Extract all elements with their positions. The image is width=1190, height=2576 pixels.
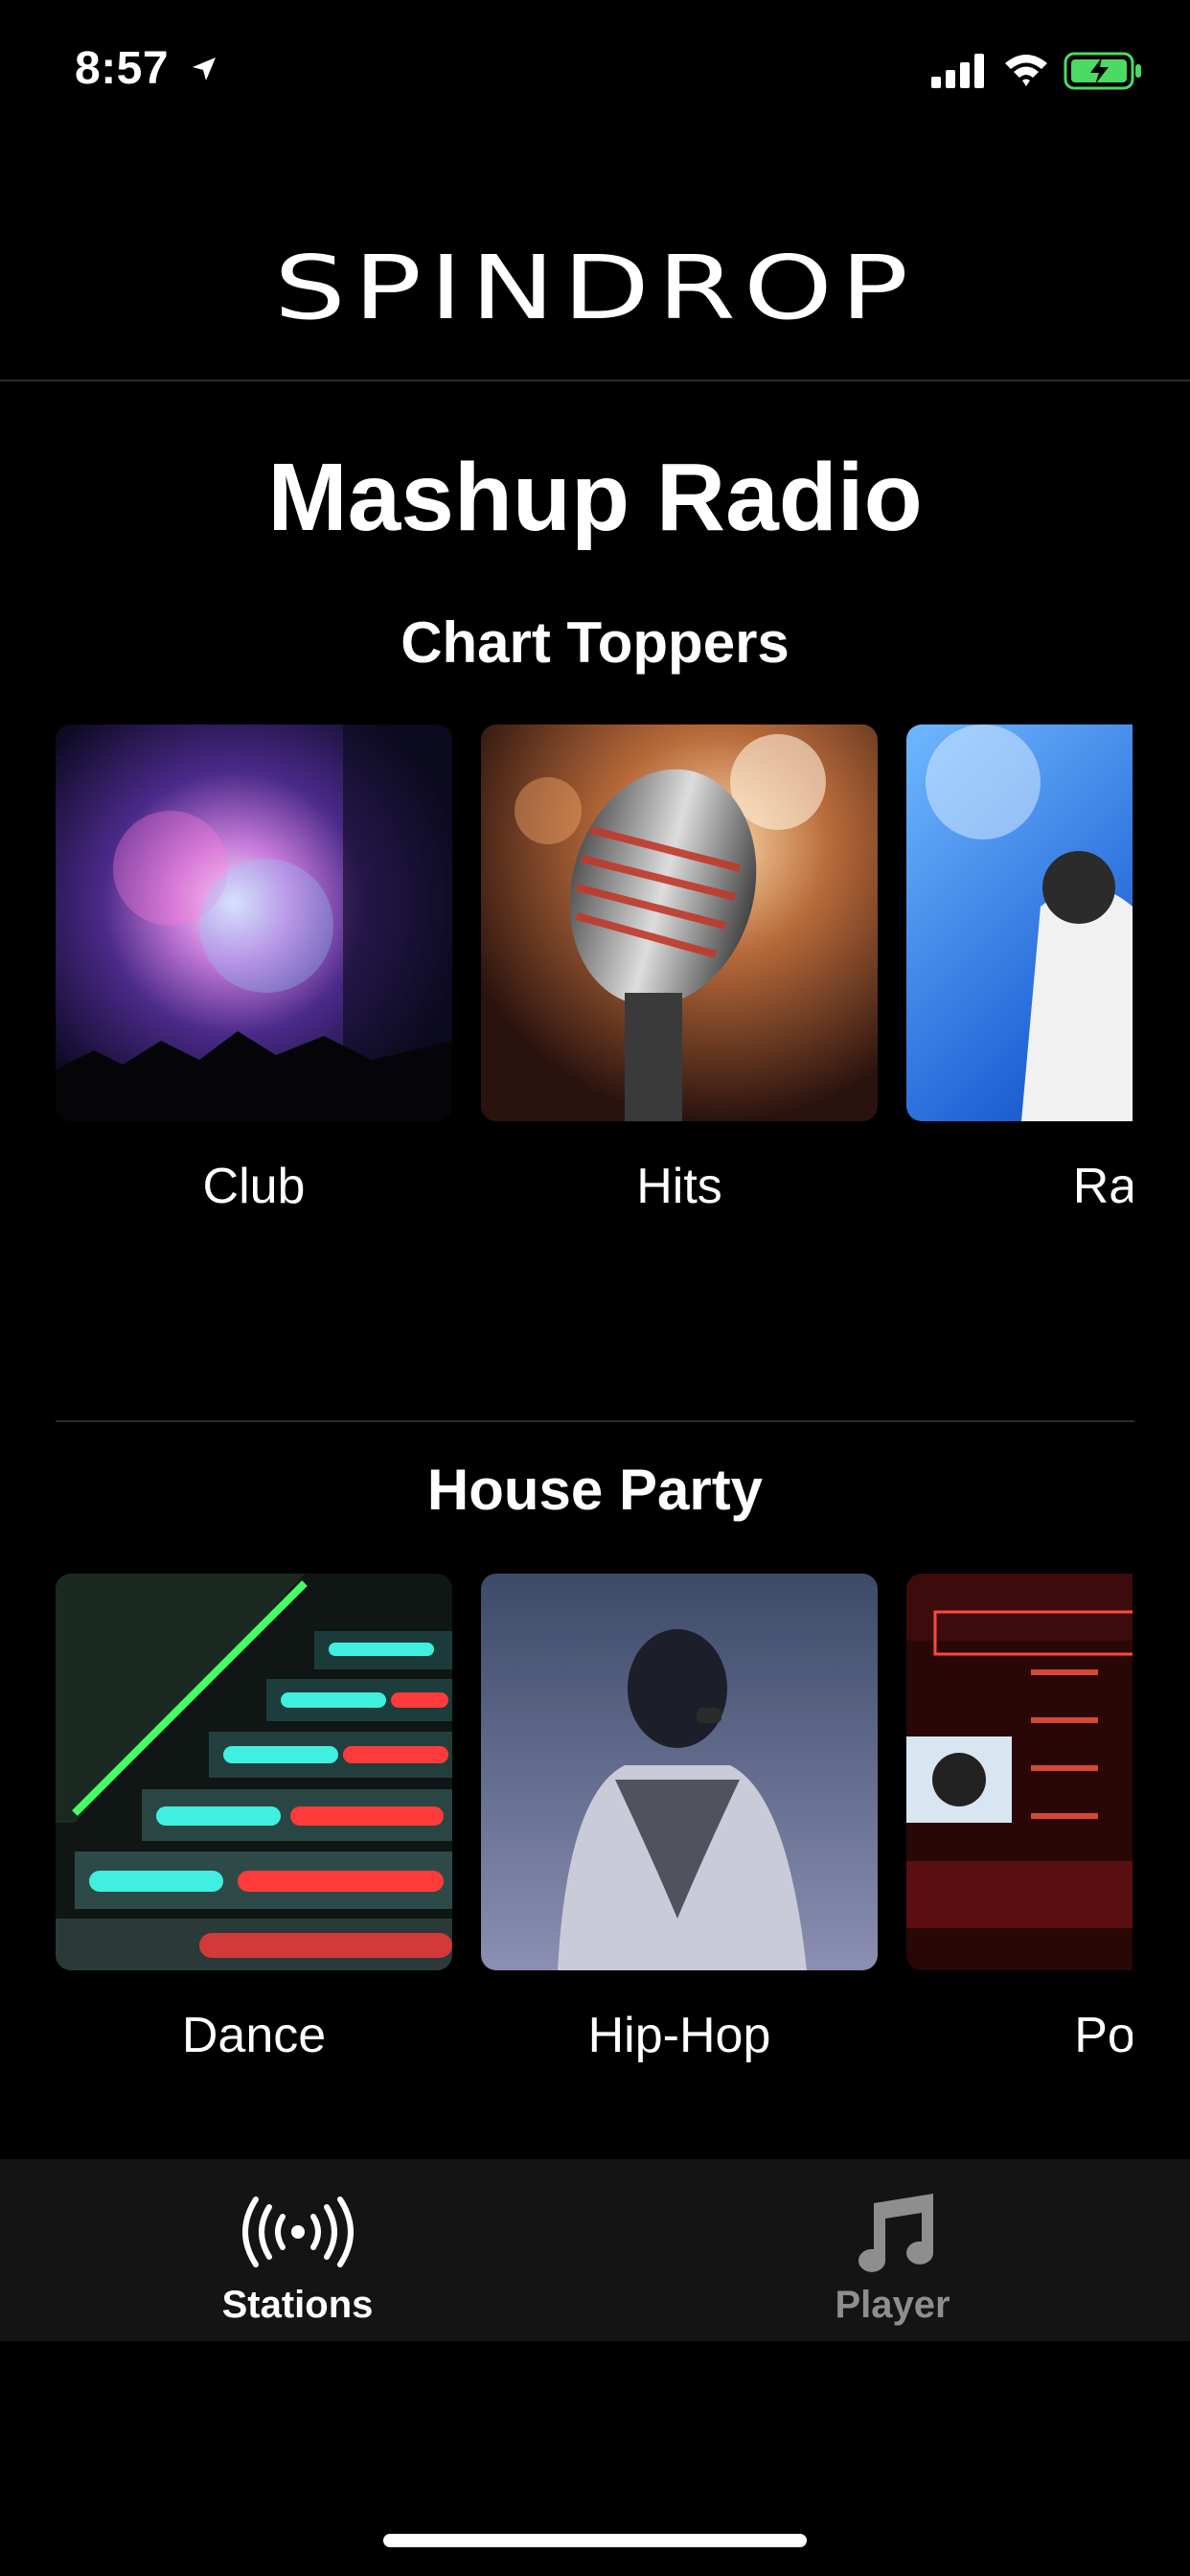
station-label-hip-hop: Hip-Hop [587, 2008, 771, 2063]
cellular-signal-icon [931, 54, 985, 93]
app-header: SPINDROP [0, 144, 1190, 381]
status-time: 8:57 [75, 43, 170, 94]
wifi-icon [1003, 52, 1049, 93]
tab-bar: Stations Player [0, 2159, 1190, 2341]
broadcast-icon [240, 2194, 355, 2275]
status-bar: 8:57 [0, 0, 1190, 144]
app-logo: SPINDROP [273, 236, 917, 339]
section-divider [56, 1420, 1134, 1422]
battery-icon [1064, 52, 1144, 95]
station-image-hits[interactable] [481, 724, 878, 1121]
station-label-rap: Ra [1072, 1159, 1133, 1214]
music-note-icon [845, 2194, 941, 2281]
station-image-dance[interactable] [56, 1574, 452, 1970]
station-image-pop[interactable] [906, 1574, 1133, 1970]
station-label-pop: Po [1074, 2008, 1133, 2063]
station-row-house-party[interactable]: Dance Hip-Hop Po [56, 1574, 1133, 2072]
station-label-club: Club [202, 1159, 306, 1214]
station-label-hits: Hits [636, 1159, 722, 1214]
station-card-dance[interactable]: Dance [56, 1574, 452, 2064]
station-image-rap[interactable] [906, 724, 1133, 1121]
station-card-rap[interactable]: Ra [906, 724, 1133, 1215]
tab-player[interactable]: Player [595, 2159, 1190, 2341]
station-card-hits[interactable]: Hits [481, 724, 878, 1215]
location-arrow-icon [189, 54, 219, 89]
tab-label-stations: Stations [221, 2284, 374, 2326]
station-label-dance: Dance [181, 2008, 327, 2063]
tab-label-player: Player [835, 2284, 950, 2326]
station-image-club[interactable] [56, 724, 452, 1121]
page-title: Mashup Radio [267, 444, 923, 551]
station-row-chart-toppers[interactable]: Club Hits Ra [56, 724, 1133, 1223]
station-card-pop[interactable]: Po [906, 1574, 1133, 2064]
tab-stations[interactable]: Stations [0, 2159, 595, 2341]
section-title-house-party: House Party [426, 1458, 764, 1522]
station-card-hip-hop[interactable]: Hip-Hop [481, 1574, 878, 2064]
home-indicator[interactable] [383, 2534, 807, 2547]
station-image-hip-hop[interactable] [481, 1574, 878, 1970]
station-card-club[interactable]: Club [56, 724, 452, 1215]
section-title-chart-toppers: Chart Toppers [400, 610, 790, 675]
